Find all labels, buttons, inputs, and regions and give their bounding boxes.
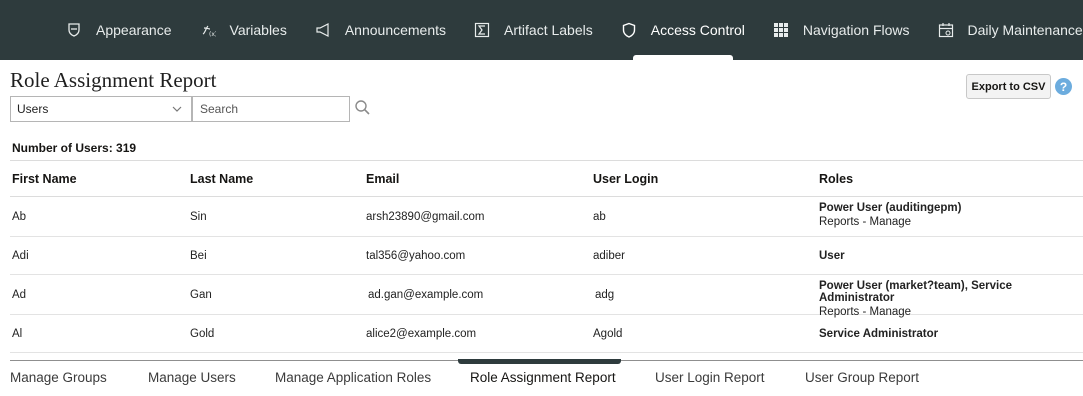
tab-label: Announcements — [344, 22, 447, 38]
page-title: Role Assignment Report — [10, 68, 217, 92]
tab-announcements[interactable]: Announcements — [301, 0, 460, 60]
tab-role-assignment-report[interactable]: Role Assignment Report — [470, 370, 616, 385]
cell-email: alice2@example.com — [366, 327, 477, 340]
cell-user-login: adiber — [593, 249, 625, 262]
table-row[interactable]: Adi Bei tal356@yahoo.com adiber User — [10, 237, 1083, 275]
cell-roles: Power User (market?team), Service Admini… — [819, 280, 1083, 318]
megaphone-icon — [315, 22, 331, 38]
cell-email: tal356@yahoo.com — [366, 249, 466, 262]
tab-manage-groups[interactable]: Manage Groups — [10, 370, 107, 385]
table-row[interactable]: Ad Gan ad.gan@example.com adg Power User… — [10, 275, 1083, 318]
role-main: Power User (auditingepm) — [819, 202, 962, 214]
calendar-icon — [938, 22, 954, 38]
role-main: User — [819, 249, 845, 262]
tab-manage-application-roles[interactable]: Manage Application Roles — [275, 370, 431, 385]
active-tab-indicator — [458, 359, 621, 364]
shield-icon — [621, 22, 637, 38]
cell-last-name: Gold — [190, 327, 215, 340]
tab-label: Navigation Flows — [802, 22, 910, 38]
tab-navigation-flows[interactable]: Navigation Flows — [759, 0, 924, 60]
cell-last-name: Sin — [190, 210, 207, 223]
top-nav: Appearance (x) Variables Announcements A… — [0, 0, 1083, 60]
user-count: Number of Users: 319 — [12, 141, 137, 155]
sigma-icon — [474, 22, 490, 38]
role-main: Power User (market?team), Service Admini… — [819, 280, 1013, 304]
tab-user-group-report[interactable]: User Group Report — [805, 370, 919, 385]
role-assignment-table: First Name Last Name Email User Login Ro… — [10, 161, 1083, 353]
cell-roles: Power User (auditingepm) Reports - Manag… — [819, 202, 962, 228]
variables-icon: (x) — [200, 22, 216, 38]
tab-label: Daily Maintenance — [967, 22, 1083, 38]
cell-first-name: Al — [12, 327, 23, 340]
tab-variables[interactable]: (x) Variables — [186, 0, 301, 60]
filter-select-value: Users — [17, 102, 49, 116]
search-input[interactable] — [192, 96, 350, 122]
header-last-name[interactable]: Last Name — [190, 172, 253, 186]
tab-appearance[interactable]: Appearance — [52, 0, 186, 60]
cell-last-name: Gan — [190, 288, 212, 301]
table-header: First Name Last Name Email User Login Ro… — [10, 161, 1083, 197]
cell-user-login: ab — [593, 210, 606, 223]
header-roles[interactable]: Roles — [819, 172, 853, 186]
cell-user-login: Agold — [593, 327, 623, 340]
shield-outline-icon — [66, 22, 82, 38]
tab-label: Appearance — [96, 22, 172, 38]
cell-user-login: adg — [595, 288, 615, 301]
cell-roles: User — [819, 250, 845, 262]
tab-user-login-report[interactable]: User Login Report — [655, 370, 765, 385]
cell-last-name: Bei — [190, 249, 207, 262]
chevron-down-icon — [171, 103, 183, 115]
search-icon[interactable] — [354, 99, 372, 117]
tab-label: Artifact Labels — [504, 22, 593, 38]
cell-first-name: Ad — [12, 288, 27, 301]
filter-select[interactable]: Users — [10, 96, 192, 122]
header-email[interactable]: Email — [366, 172, 399, 186]
role-sub: Reports - Manage — [819, 216, 912, 228]
role-main: Service Administrator — [819, 327, 939, 340]
header-user-login[interactable]: User Login — [593, 172, 658, 186]
grid-icon — [773, 22, 789, 38]
header-first-name[interactable]: First Name — [12, 172, 77, 186]
help-icon[interactable]: ? — [1055, 78, 1072, 95]
tab-artifact-labels[interactable]: Artifact Labels — [460, 0, 607, 60]
tab-daily-maintenance[interactable]: Daily Maintenance — [924, 0, 1083, 60]
cell-first-name: Adi — [12, 249, 29, 262]
cell-email: ad.gan@example.com — [368, 288, 484, 301]
cell-first-name: Ab — [12, 210, 27, 223]
svg-text:(x): (x) — [209, 31, 216, 38]
tab-access-control[interactable]: Access Control — [607, 0, 759, 60]
tab-label: Access Control — [650, 22, 745, 38]
table-row[interactable]: Ab Sin arsh23890@gmail.com ab Power User… — [10, 197, 1083, 237]
export-csv-button[interactable]: Export to CSV — [966, 74, 1051, 99]
table-row[interactable]: Al Gold alice2@example.com Agold Service… — [10, 315, 1083, 353]
cell-roles: Service Administrator — [819, 328, 938, 340]
tab-manage-users[interactable]: Manage Users — [148, 370, 236, 385]
tab-label: Variables — [229, 22, 287, 38]
cell-email: arsh23890@gmail.com — [366, 210, 485, 223]
